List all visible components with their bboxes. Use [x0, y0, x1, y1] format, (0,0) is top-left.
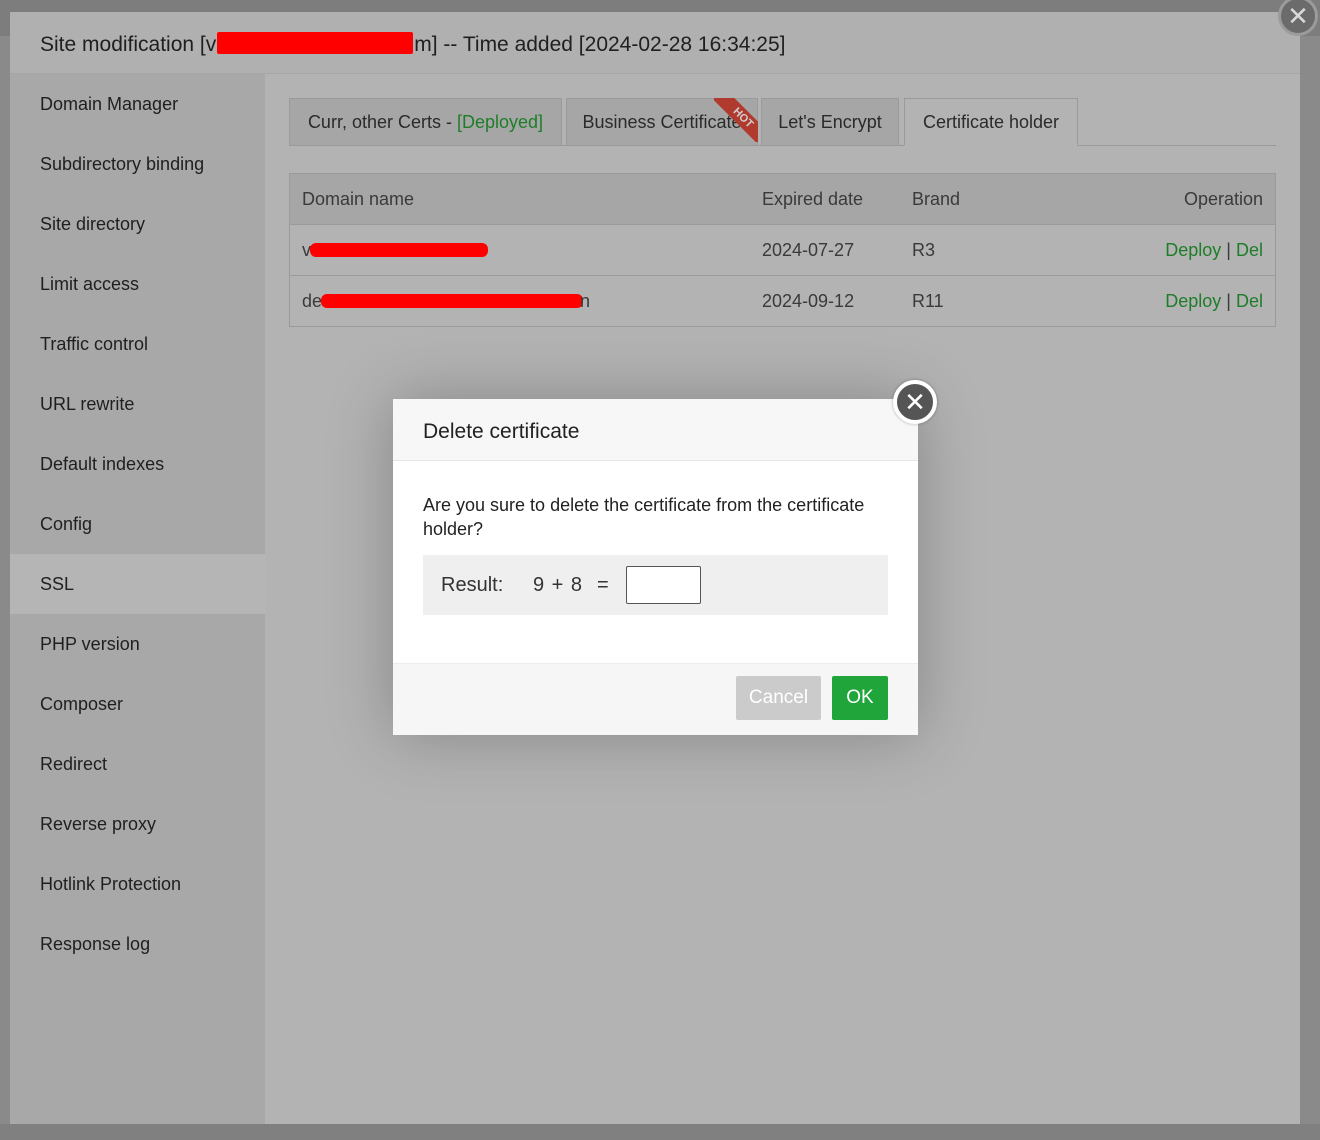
sidebar-item-php-version[interactable]: PHP version: [10, 614, 265, 674]
captcha-equals: =: [597, 574, 609, 596]
background-bottom-strip: [0, 1124, 1320, 1140]
deploy-link[interactable]: Deploy: [1165, 240, 1221, 260]
domain-text: de: [302, 290, 323, 311]
sidebar-item-hotlink-protection[interactable]: Hotlink Protection: [10, 854, 265, 914]
operation-cell: Deploy | Del: [1074, 224, 1276, 276]
ssl-tabs: Curr, other Certs - [Deployed] Business …: [289, 98, 1276, 146]
table-header-row: Domain name Expired date Brand Operation: [289, 173, 1276, 225]
dialog-header: Site modification [v m] -- Time added [20…: [10, 12, 1300, 74]
delete-certificate-modal: Delete certificate ✕ Are you sure to del…: [393, 380, 937, 735]
sidebar-item-ssl[interactable]: SSL: [10, 554, 265, 614]
sidebar-item-traffic-control[interactable]: Traffic control: [10, 314, 265, 374]
sidebar-item-domain-manager[interactable]: Domain Manager: [10, 74, 265, 134]
column-operation: Operation: [1074, 173, 1276, 225]
column-domain-name: Domain name: [289, 173, 750, 225]
modal-header: Delete certificate: [393, 399, 918, 461]
deployed-status: [Deployed]: [456, 112, 544, 132]
brand-cell: R3: [900, 224, 1074, 276]
ok-button[interactable]: OK: [832, 676, 888, 720]
sidebar: Domain Manager Subdirectory binding Site…: [10, 74, 265, 1124]
captcha-expression: 9 + 8: [533, 574, 584, 596]
redaction-mark: [310, 243, 488, 257]
sidebar-item-site-directory[interactable]: Site directory: [10, 194, 265, 254]
table-row: v 2024-07-27 R3 Deploy | Del: [289, 224, 1276, 276]
certificate-table: Domain name Expired date Brand Operation…: [289, 173, 1276, 327]
tab-lets-encrypt[interactable]: Let's Encrypt: [761, 98, 899, 146]
modal-title: Delete certificate: [423, 420, 580, 443]
sidebar-item-url-rewrite[interactable]: URL rewrite: [10, 374, 265, 434]
separator: |: [1226, 290, 1231, 311]
captcha-label: Result:: [441, 574, 504, 596]
modal-footer: Cancel OK: [393, 663, 918, 735]
sidebar-item-config[interactable]: Config: [10, 494, 265, 554]
captcha-box: Result: 9 + 8 =: [423, 555, 888, 615]
delete-link[interactable]: Del: [1236, 240, 1263, 260]
cancel-button[interactable]: Cancel: [736, 676, 821, 720]
domain-cell: v: [289, 224, 750, 276]
hot-badge: HOT: [714, 98, 758, 142]
tab-business-certificate[interactable]: Business Certificate HOT: [566, 98, 758, 146]
domain-text-end: n: [580, 291, 591, 311]
table-row: de n 2024-09-12 R11 Deploy | Del: [289, 275, 1276, 327]
expired-cell: 2024-09-12: [750, 275, 900, 327]
domain-cell: de n: [289, 275, 750, 327]
column-expired-date: Expired date: [750, 173, 900, 225]
dialog-title: Site modification [v m] -- Time added [20…: [40, 32, 785, 57]
separator: |: [1226, 239, 1231, 260]
tab-certificate-holder[interactable]: Certificate holder: [904, 98, 1078, 146]
expired-cell: 2024-07-27: [750, 224, 900, 276]
sidebar-item-redirect[interactable]: Redirect: [10, 734, 265, 794]
close-icon[interactable]: ✕: [893, 380, 937, 424]
operation-cell: Deploy | Del: [1074, 275, 1276, 327]
redaction-mark: [217, 32, 414, 54]
delete-link[interactable]: Del: [1236, 291, 1263, 311]
deploy-link[interactable]: Deploy: [1165, 291, 1221, 311]
title-suffix: m] -- Time added [2024-02-28 16:34:25]: [414, 33, 786, 56]
confirm-message: Are you sure to delete the certificate f…: [423, 495, 865, 539]
title-prefix: Site modification [v: [40, 33, 217, 56]
brand-cell: R11: [900, 275, 1074, 327]
tab-current-certs[interactable]: Curr, other Certs - [Deployed]: [289, 98, 562, 146]
captcha-answer-input[interactable]: [626, 566, 701, 604]
hot-badge-label: HOT: [714, 98, 758, 142]
sidebar-item-response-log[interactable]: Response log: [10, 914, 265, 974]
sidebar-item-composer[interactable]: Composer: [10, 674, 265, 734]
sidebar-item-limit-access[interactable]: Limit access: [10, 254, 265, 314]
column-brand: Brand: [900, 173, 1074, 225]
sidebar-item-reverse-proxy[interactable]: Reverse proxy: [10, 794, 265, 854]
redaction-mark: [321, 294, 583, 308]
sidebar-item-default-indexes[interactable]: Default indexes: [10, 434, 265, 494]
tab-current-certs-label: Curr, other Certs -: [307, 112, 457, 132]
sidebar-item-subdirectory-binding[interactable]: Subdirectory binding: [10, 134, 265, 194]
